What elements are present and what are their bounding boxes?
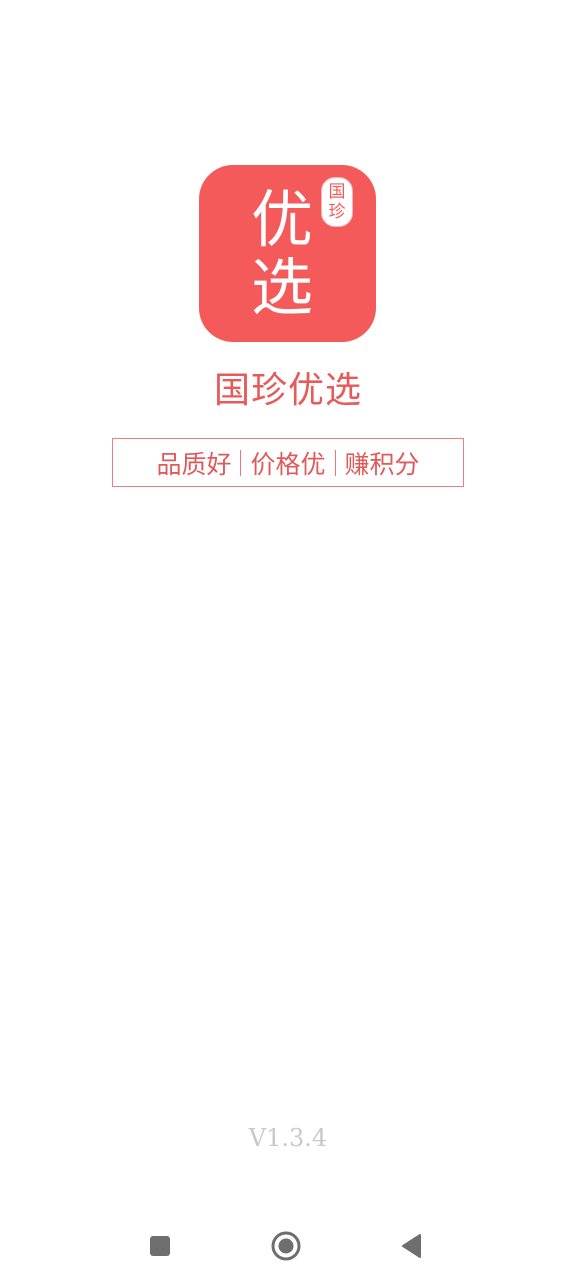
version-label: V1.3.4 (248, 1124, 328, 1152)
slogan-item-quality: 品质好 (156, 449, 232, 479)
seal-char-1: 国 (328, 182, 346, 202)
app-name: 国珍优选 (213, 370, 362, 411)
logo-char-2: 选 (251, 251, 314, 324)
slogan-divider (334, 449, 336, 476)
logo-seal: 国 珍 (321, 177, 353, 227)
app-logo: 优 选 国 珍 (199, 165, 376, 342)
slogan-box: 品质好 价格优 赚积分 (112, 438, 464, 487)
recents-button[interactable] (140, 1226, 180, 1266)
back-button[interactable] (392, 1226, 432, 1266)
logo-char-1: 优 (251, 183, 314, 256)
seal-char-2: 珍 (328, 202, 346, 222)
slogan-divider (240, 449, 242, 476)
circle-icon (271, 1231, 301, 1261)
home-button[interactable] (266, 1226, 306, 1266)
triangle-back-icon (402, 1234, 421, 1258)
system-navigation-bar (0, 1210, 576, 1280)
square-icon (150, 1236, 170, 1256)
slogan-item-points: 赚积分 (344, 449, 420, 479)
slogan-item-price: 价格优 (250, 449, 326, 479)
